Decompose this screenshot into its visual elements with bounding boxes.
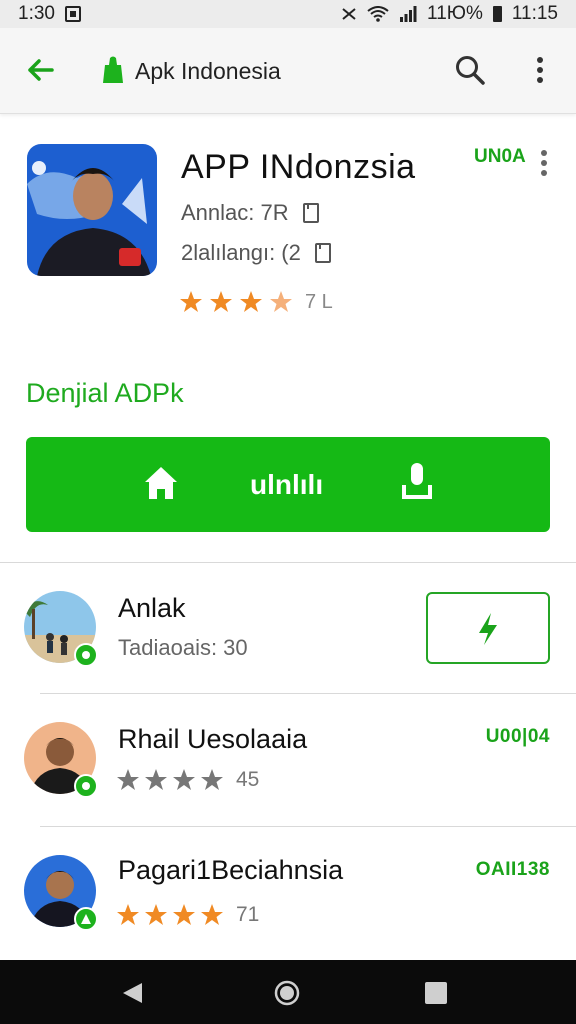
notification-icon [64,6,81,22]
download-button-label: ulnlılı [250,469,324,500]
star-icon [117,769,139,790]
item-code: U00|04 [485,726,550,747]
nav-back-icon[interactable] [120,981,144,1005]
rating-count: 7 L [305,290,333,313]
status-badge [74,774,98,798]
star-icon [145,904,167,925]
item-code: OAII138 [475,859,550,880]
meta-size-text: 2lalılangı: (2 [181,240,301,265]
app-rating: 7 L [179,290,333,314]
battery-text: 11Ю% [427,3,483,24]
status-bar: 1:30 11Ю% 11:15 [0,0,576,28]
nav-recents-icon[interactable] [425,982,447,1004]
battery-icon [492,6,502,22]
star-icon [210,291,232,312]
status-time: 1:30 [18,3,55,24]
rating-count: 71 [236,903,260,926]
version-badge: UN0A [474,146,526,167]
star-icon [201,904,223,925]
app-meta-size: 2lalılangı: (2 [181,240,331,266]
status-clock: 11:15 [511,3,558,24]
list-item[interactable]: Rhail Uesolaaia 45 U00|04 [0,694,576,824]
star-icon [180,291,202,312]
item-name: Anlak [118,593,186,623]
download-section-title: Denjial ADPk [26,378,184,408]
item-subtitle: Tadiaoais: 30 [118,635,248,660]
search-icon[interactable] [452,52,488,88]
clipboard-icon [314,243,331,263]
app-bar: Apk Indonesia [0,28,576,114]
app-icon-image [27,144,157,276]
app-meta-downloads: Annlac: 7R [181,200,319,226]
star-icon [117,904,139,925]
nav-home-icon[interactable] [274,980,300,1006]
download-button[interactable]: ulnlılı [26,437,550,532]
star-icon [173,904,195,925]
star-icon [145,769,167,790]
status-badge [74,643,98,667]
star-icon [201,769,223,790]
star-icon [173,769,195,790]
signal-icon [400,6,417,22]
vibrate-icon [342,8,356,20]
star-icon [240,291,262,312]
item-name: Rhail Uesolaaia [118,724,308,754]
navigation-bar [0,960,576,1024]
more-vert-icon[interactable] [526,52,554,88]
list-item[interactable]: Pagari1Beciahnsia 71 OAII138 [0,827,576,957]
document-icon [302,203,319,223]
store-bag-icon [103,56,123,83]
wifi-icon [367,6,389,22]
header-more-icon[interactable] [537,148,551,178]
item-rating: 71 [116,903,259,927]
meta-downloads-text: Annlac: 7R [181,200,289,225]
app-bar-title: Apk Indonesia [135,58,281,84]
star-half-icon [270,291,292,312]
status-badge [74,907,98,931]
app-name: APP INdonzsia [181,148,416,186]
rating-count: 45 [236,768,260,791]
item-rating: 45 [116,768,259,792]
download-icon [402,463,432,499]
back-arrow-icon[interactable] [22,52,58,88]
open-button[interactable] [426,592,550,664]
item-name: Pagari1Beciahnsia [118,855,344,885]
home-icon [145,467,177,499]
bolt-icon [479,613,497,645]
